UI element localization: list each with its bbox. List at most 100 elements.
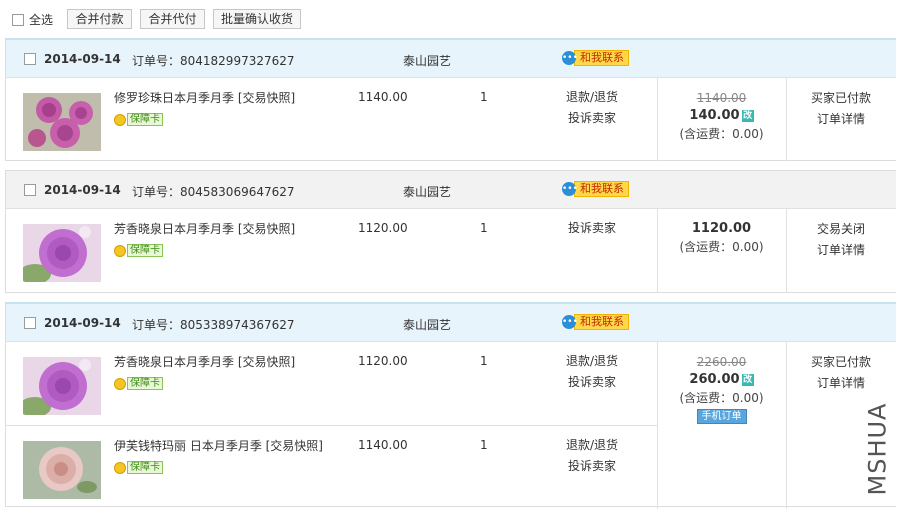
order-header: 2014-09-14 订单号：804182997327627 泰山园艺 ••• … bbox=[6, 40, 896, 78]
order-status: 买家已付款 订单详情 bbox=[786, 88, 896, 130]
contact-me-label: 和我联系 bbox=[574, 50, 629, 66]
order-status: 买家已付款 订单详情 bbox=[786, 352, 896, 394]
status-text: 买家已付款 bbox=[810, 355, 871, 369]
status-text: 交易关闭 bbox=[816, 222, 865, 236]
order-date: 2014-09-14 bbox=[44, 316, 121, 330]
item-quantity: 1 bbox=[480, 438, 488, 452]
original-price: 1140.00 bbox=[696, 91, 747, 105]
product-name-link[interactable]: 芳香晓泉日本月季月季 [交易快照] bbox=[114, 354, 334, 370]
item-actions: 退款/退货 投诉卖家 bbox=[546, 351, 638, 393]
contact-me-button[interactable]: ••• 和我联系 bbox=[562, 314, 629, 330]
complain-seller-link[interactable]: 投诉卖家 bbox=[546, 372, 638, 393]
item-price: 1140.00 bbox=[358, 438, 408, 452]
guarantee-card-label: 保障卡 bbox=[127, 461, 163, 474]
item-actions: 投诉卖家 bbox=[546, 218, 638, 239]
payment-summary: 2260.00 260.00 改 (含运费：0.00) 手机订单 bbox=[657, 353, 786, 424]
refund-return-link[interactable]: 退款/退货 bbox=[546, 435, 638, 456]
select-all[interactable]: 全选 bbox=[12, 11, 53, 28]
refund-return-link[interactable]: 退款/退货 bbox=[546, 351, 638, 372]
shipping-fee: (含运费：0.00) bbox=[679, 391, 764, 405]
chat-bubble-icon: ••• bbox=[562, 182, 578, 196]
original-price: 2260.00 bbox=[696, 355, 747, 369]
order-card: 2014-09-14 订单号：804182997327627 泰山园艺 ••• … bbox=[5, 38, 896, 161]
contact-me-button[interactable]: ••• 和我联系 bbox=[562, 50, 629, 66]
order-detail-link[interactable]: 订单详情 bbox=[786, 240, 896, 261]
guarantee-card-label: 保障卡 bbox=[127, 244, 163, 257]
order-number: 订单号：805338974367627 bbox=[132, 318, 295, 332]
payment-summary: 1120.00 (含运费：0.00) bbox=[657, 220, 786, 256]
order-status: 交易关闭 订单详情 bbox=[786, 219, 896, 261]
complain-seller-link[interactable]: 投诉卖家 bbox=[546, 456, 638, 477]
order-header: 2014-09-14 订单号：805338974367627 泰山园艺 ••• … bbox=[6, 304, 896, 342]
actual-payment: 140.00 bbox=[689, 108, 740, 123]
guarantee-shield-icon bbox=[114, 244, 126, 257]
guarantee-shield-icon bbox=[114, 461, 126, 474]
order-date: 2014-09-14 bbox=[44, 183, 121, 197]
actual-payment: 1120.00 bbox=[691, 221, 752, 236]
chat-bubble-icon: ••• bbox=[562, 315, 578, 329]
guarantee-card-label: 保障卡 bbox=[127, 377, 163, 390]
watermark: MSHUA bbox=[862, 400, 892, 498]
item-price: 1120.00 bbox=[358, 354, 408, 368]
order-date: 2014-09-14 bbox=[44, 52, 121, 66]
refund-return-link[interactable]: 退款/退货 bbox=[546, 87, 638, 108]
guarantee-card-badge[interactable]: 保障卡 bbox=[114, 244, 163, 257]
watermark-text: MSHUA bbox=[863, 402, 892, 496]
status-text: 买家已付款 bbox=[810, 91, 871, 105]
product-thumbnail[interactable] bbox=[23, 441, 101, 499]
complain-seller-link[interactable]: 投诉卖家 bbox=[546, 108, 638, 129]
product-name-link[interactable]: 芳香晓泉日本月季月季 [交易快照] bbox=[114, 221, 334, 237]
shipping-fee: (含运费：0.00) bbox=[679, 127, 764, 141]
product-name-link[interactable]: 伊芙钱特玛丽 日本月季月季 [交易快照] bbox=[114, 438, 334, 454]
select-all-label: 全选 bbox=[29, 13, 54, 27]
order-checkbox[interactable] bbox=[24, 53, 36, 65]
shop-name-link[interactable]: 泰山园艺 bbox=[403, 183, 451, 200]
product-thumbnail[interactable] bbox=[23, 357, 101, 415]
guarantee-card-label: 保障卡 bbox=[127, 113, 163, 126]
select-all-checkbox[interactable] bbox=[12, 13, 24, 26]
chat-bubble-icon: ••• bbox=[562, 51, 578, 65]
guarantee-card-badge[interactable]: 保障卡 bbox=[114, 113, 163, 126]
order-number: 订单号：804182997327627 bbox=[132, 54, 295, 68]
order-header: 2014-09-14 订单号：804583069647627 泰山园艺 ••• … bbox=[6, 171, 896, 209]
order-checkbox[interactable] bbox=[24, 184, 36, 196]
item-price: 1140.00 bbox=[358, 90, 408, 104]
price-edited-badge: 改 bbox=[741, 110, 754, 122]
order-card: 2014-09-14 订单号：805338974367627 泰山园艺 ••• … bbox=[5, 302, 896, 509]
item-actions: 退款/退货 投诉卖家 bbox=[546, 87, 638, 129]
actual-payment: 260.00 bbox=[689, 372, 740, 387]
guarantee-card-badge[interactable]: 保障卡 bbox=[114, 461, 163, 474]
guarantee-shield-icon bbox=[114, 113, 126, 126]
shop-name-link[interactable]: 泰山园艺 bbox=[403, 52, 451, 69]
order-checkbox[interactable] bbox=[24, 317, 36, 329]
merge-pay-button[interactable]: 合并付款 bbox=[67, 9, 132, 29]
mobile-order-tag: 手机订单 bbox=[696, 409, 747, 424]
contact-me-label: 和我联系 bbox=[574, 314, 629, 330]
payment-summary: 1140.00 140.00 改 (含运费：0.00) bbox=[657, 89, 786, 143]
contact-me-label: 和我联系 bbox=[574, 181, 629, 197]
toolbar: 全选 合并付款 合并代付 批量确认收货 bbox=[0, 0, 900, 36]
order-detail-link[interactable]: 订单详情 bbox=[786, 373, 896, 394]
order-card: 2014-09-14 订单号：804583069647627 泰山园艺 ••• … bbox=[5, 170, 896, 293]
shipping-fee: (含运费：0.00) bbox=[679, 240, 764, 254]
item-price: 1120.00 bbox=[358, 221, 408, 235]
guarantee-card-badge[interactable]: 保障卡 bbox=[114, 377, 163, 390]
complain-seller-link[interactable]: 投诉卖家 bbox=[546, 218, 638, 239]
product-thumbnail[interactable] bbox=[23, 93, 101, 151]
shop-name-link[interactable]: 泰山园艺 bbox=[403, 316, 451, 333]
price-edited-badge: 改 bbox=[741, 374, 754, 386]
order-detail-link[interactable]: 订单详情 bbox=[786, 109, 896, 130]
guarantee-shield-icon bbox=[114, 377, 126, 390]
order-item-row: 修罗珍珠日本月季月季 [交易快照] 保障卡 1140.00 1 退款/退货 投诉… bbox=[6, 78, 657, 161]
order-item-row: 伊芙钱特玛丽 日本月季月季 [交易快照] 保障卡 1140.00 1 退款/退货… bbox=[6, 426, 657, 509]
product-thumbnail[interactable] bbox=[23, 224, 101, 282]
item-actions: 退款/退货 投诉卖家 bbox=[546, 435, 638, 477]
batch-confirm-receipt-button[interactable]: 批量确认收货 bbox=[213, 9, 301, 29]
item-quantity: 1 bbox=[480, 90, 488, 104]
item-quantity: 1 bbox=[480, 221, 488, 235]
product-name-link[interactable]: 修罗珍珠日本月季月季 [交易快照] bbox=[114, 90, 334, 106]
merge-proxy-pay-button[interactable]: 合并代付 bbox=[140, 9, 205, 29]
order-item-row: 芳香晓泉日本月季月季 [交易快照] 保障卡 1120.00 1 退款/退货 投诉… bbox=[6, 342, 657, 425]
order-item-row: 芳香晓泉日本月季月季 [交易快照] 保障卡 1120.00 1 投诉卖家 bbox=[6, 209, 657, 292]
contact-me-button[interactable]: ••• 和我联系 bbox=[562, 181, 629, 197]
